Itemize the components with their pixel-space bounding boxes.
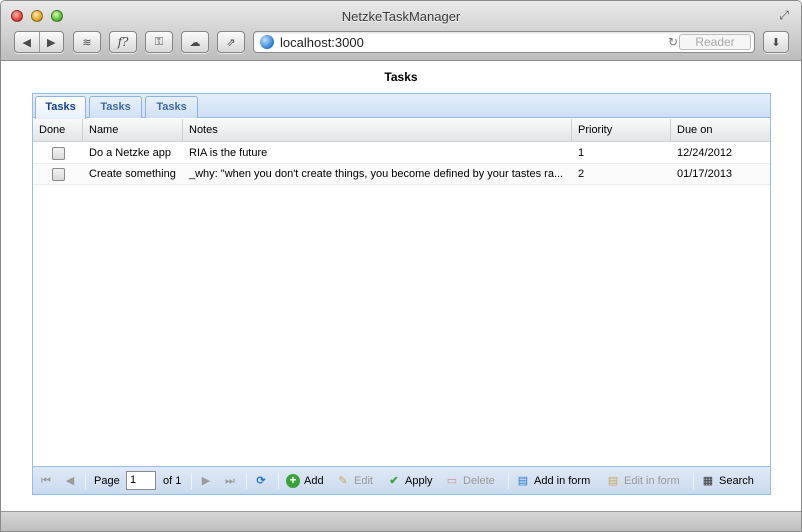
address-bar[interactable]: localhost:3000 ↻ Reader — [253, 31, 755, 53]
key-icon: ⚿ — [154, 35, 164, 48]
divider — [191, 473, 192, 489]
form-add-icon: ▤ — [517, 475, 529, 487]
last-page-button[interactable]: ⏭ — [223, 467, 237, 495]
forward-icon[interactable]: ▶ — [40, 36, 64, 49]
divider — [278, 473, 279, 489]
add-button[interactable]: + Add — [286, 467, 324, 495]
function-button[interactable]: f? — [109, 31, 137, 53]
rss-button[interactable]: ≋ — [73, 31, 101, 53]
share-button[interactable]: ⇗ — [217, 31, 245, 53]
form-edit-icon: ▤ — [607, 475, 619, 487]
checkmark-icon: ✔ — [389, 475, 399, 487]
divider — [85, 473, 86, 489]
cell-priority: 1 — [578, 147, 585, 159]
next-page-button[interactable]: ▶ — [199, 467, 213, 495]
rss-icon: ≋ — [82, 36, 92, 49]
column-header-notes[interactable]: Notes — [183, 119, 572, 142]
page-count-label: of 1 — [163, 475, 182, 487]
window-title: NetzkeTaskManager — [341, 9, 461, 24]
download-icon: ⬇ — [771, 36, 781, 49]
divider — [246, 473, 247, 489]
apply-label: Apply — [405, 475, 433, 487]
globe-icon — [260, 35, 274, 49]
page-number-input[interactable]: 1 — [126, 471, 156, 490]
column-header-done[interactable]: Done — [33, 119, 83, 142]
cell-due-on: 12/24/2012 — [677, 147, 733, 159]
next-page-icon: ▶ — [201, 475, 211, 487]
reader-button[interactable]: Reader — [679, 34, 751, 50]
apply-button[interactable]: ✔ Apply — [387, 467, 433, 495]
cloud-button[interactable]: ☁ — [181, 31, 209, 53]
page-title: Tasks — [384, 70, 418, 84]
add-in-form-label: Add in form — [534, 475, 591, 487]
search-label: Search — [719, 475, 754, 487]
done-checkbox[interactable] — [52, 168, 65, 181]
url-text[interactable]: localhost:3000 — [280, 35, 364, 50]
download-button[interactable]: ⬇ — [763, 31, 789, 53]
paging-toolbar: ⏮ ◀ Page 1 of 1 ▶ ⏭ ⟳ + Add ✎ Edit ✔ App… — [33, 466, 770, 494]
refresh-button[interactable]: ⟳ — [254, 467, 268, 495]
column-header-name[interactable]: Name — [83, 119, 183, 142]
key-button[interactable]: ⚿ — [145, 31, 173, 53]
table-row[interactable]: Create something _why: "when you don't c… — [33, 164, 770, 185]
last-page-icon: ⏭ — [225, 475, 235, 487]
done-checkbox[interactable] — [52, 147, 65, 160]
add-in-form-button[interactable]: ▤ Add in form — [516, 467, 590, 495]
add-icon: + — [286, 474, 300, 488]
column-header-priority[interactable]: Priority — [572, 119, 671, 142]
share-icon: ⇗ — [226, 36, 236, 49]
back-forward-buttons: ◀ ▶ — [14, 31, 64, 53]
tab-tasks-3[interactable]: Tasks — [145, 96, 198, 118]
edit-label: Edit — [354, 475, 373, 487]
tab-tasks-1[interactable]: Tasks — [35, 96, 86, 119]
table-row[interactable]: Do a Netzke app RIA is the future 1 12/2… — [33, 143, 770, 164]
prev-page-button[interactable]: ◀ — [63, 467, 77, 495]
tab-panel: Tasks Tasks Tasks Done Name Notes Priori… — [32, 93, 771, 495]
edit-in-form-label: Edit in form — [624, 475, 680, 487]
divider — [693, 473, 694, 489]
cell-name: Create something — [89, 168, 176, 180]
function-icon: f? — [117, 35, 129, 49]
cell-due-on: 01/17/2013 — [677, 168, 733, 180]
delete-label: Delete — [463, 475, 495, 487]
reload-icon[interactable]: ↻ — [668, 35, 678, 49]
first-page-icon: ⏮ — [41, 475, 51, 487]
prev-page-icon: ◀ — [65, 475, 75, 487]
refresh-icon: ⟳ — [256, 475, 266, 487]
column-header-due-on[interactable]: Due on — [671, 119, 770, 142]
cell-name: Do a Netzke app — [89, 147, 171, 159]
cell-priority: 2 — [578, 168, 585, 180]
edit-icon: ✎ — [338, 475, 348, 487]
tab-strip: Tasks Tasks Tasks — [33, 94, 770, 119]
tab-tasks-2[interactable]: Tasks — [89, 96, 142, 118]
grid-header: Done Name Notes Priority Due on — [33, 119, 770, 142]
status-bar — [1, 511, 801, 531]
title-bar: NetzkeTaskManager ⤢ ◀ ▶ ≋ f? ⚿ ☁ ⇗ local… — [1, 1, 801, 61]
delete-button[interactable]: ▭ Delete — [445, 467, 495, 495]
cloud-icon: ☁ — [189, 36, 201, 49]
edit-in-form-button[interactable]: ▤ Edit in form — [606, 467, 680, 495]
first-page-button[interactable]: ⏮ — [39, 467, 53, 495]
browser-window: NetzkeTaskManager ⤢ ◀ ▶ ≋ f? ⚿ ☁ ⇗ local… — [0, 0, 802, 532]
back-icon[interactable]: ◀ — [15, 36, 39, 49]
cell-notes: _why: "when you don't create things, you… — [189, 168, 564, 180]
edit-button[interactable]: ✎ Edit — [336, 467, 373, 495]
delete-icon: ▭ — [446, 475, 458, 487]
search-button[interactable]: ▦ Search — [701, 467, 754, 495]
cell-notes: RIA is the future — [189, 147, 268, 159]
search-icon: ▦ — [702, 475, 714, 487]
divider — [508, 473, 509, 489]
fullscreen-icon[interactable]: ⤢ — [777, 8, 791, 22]
page-label: Page — [94, 475, 120, 487]
add-label: Add — [304, 475, 324, 487]
